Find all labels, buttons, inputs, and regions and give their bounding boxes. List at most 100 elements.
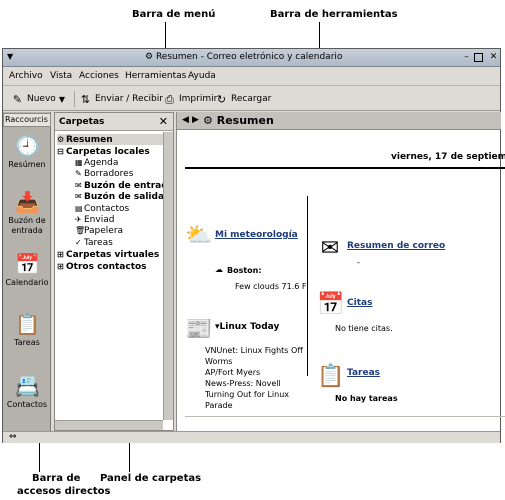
weather-city: Boston: [227, 266, 262, 275]
new-dropdown-icon[interactable]: ▼ [59, 95, 65, 104]
menu-archivo[interactable]: Archivo [9, 71, 43, 81]
tree-item-label: Carpetas locales [66, 147, 150, 157]
news-item-6[interactable]: Parade [205, 401, 233, 410]
tree-item-enviado[interactable]: ✈ Enviad [75, 214, 114, 225]
close-panel-icon[interactable]: ✕ [159, 116, 168, 127]
tree-item-label: Agenda [84, 158, 119, 168]
tasks-folder-icon: ✓ [75, 238, 82, 247]
tree-item-buzon-salida[interactable]: ✉ Buzón de salida ( [75, 191, 171, 202]
menu-acciones[interactable]: Acciones [79, 71, 119, 81]
summary-clock-icon: 🕘 [15, 134, 40, 158]
new-document-icon: ✎ [12, 92, 23, 106]
back-arrow-icon[interactable]: ◀ [182, 115, 189, 125]
appointments-body: No tiene citas. [335, 324, 393, 333]
summary-bottom-rule [185, 416, 505, 417]
tasks-icon: 📋 [15, 312, 40, 336]
new-button[interactable]: ✎ Nuevo ▼ [11, 91, 65, 107]
shortcut-calendar-label: Calendario [5, 278, 49, 287]
shortcut-calendar[interactable]: 📅 Calendario [3, 252, 51, 288]
new-button-label: Nuevo [27, 94, 56, 104]
tree-item-borradores[interactable]: ✎ Borradores [75, 168, 133, 179]
tasks-summary-icon: 📋 [317, 364, 345, 389]
appointments-link[interactable]: Citas [347, 298, 372, 308]
tasks-link[interactable]: Tareas [347, 368, 380, 378]
news-item-5[interactable]: Turning Out for Linux [205, 390, 289, 399]
news-item-3[interactable]: AP/Fort Myers [205, 368, 260, 377]
minimize-icon[interactable]: – [461, 52, 472, 63]
folder-horizontal-scrollbar[interactable] [55, 420, 163, 430]
weather-link[interactable]: Mi meteorología [215, 230, 298, 240]
summary-column-divider [307, 196, 308, 376]
shortcut-inbox[interactable]: 📥 Buzón de entrada [3, 190, 51, 236]
shortcut-bar-header[interactable]: Raccourcis [3, 113, 51, 127]
send-receive-icon: ⇅ [80, 92, 91, 106]
shortcut-summary-label: Resúmen [8, 160, 46, 169]
shortcut-summary[interactable]: 🕘 Resúmen [3, 134, 51, 170]
toolbar: ✎ Nuevo ▼ ⇅ Enviar / Recibir ⎙ Imprimir … [3, 87, 500, 111]
trash-icon: 🗑 [75, 226, 86, 235]
tree-item-contactos[interactable]: ▤Contactos [75, 203, 129, 214]
shortcut-tasks-label: Tareas [14, 338, 40, 347]
collapse-icon[interactable]: ⊟ [57, 146, 66, 157]
summary-title-text: Resumen [216, 114, 274, 127]
drafts-icon: ✎ [75, 169, 82, 178]
news-icon: 📰 [185, 317, 213, 342]
toolbar-separator [74, 91, 75, 107]
tree-item-papelera[interactable]: 🗑Papelera [75, 225, 123, 236]
menu-vista[interactable]: Vista [50, 71, 72, 81]
tree-item-agenda[interactable]: ▦Agenda [75, 157, 118, 168]
sent-folder-icon: ✈ [75, 215, 82, 224]
tree-item-resumen[interactable]: ⚙ Resumen [57, 134, 163, 145]
tree-item-label: Resumen [66, 135, 113, 145]
title-bar[interactable]: ▼ ⚙ Resumen - Correo eletrónico y calend… [3, 49, 500, 67]
app-icon: ⚙ [145, 52, 154, 62]
folder-panel-title: Carpetas [59, 117, 105, 127]
tree-item-otros-contactos[interactable]: ⊞ Otros contactos [57, 261, 147, 272]
mail-summary-icon: ✉ [320, 236, 340, 261]
shortcut-inbox-label-2: entrada [11, 226, 43, 235]
summary-date: viernes, 17 de septiembr [391, 152, 505, 162]
tree-item-label: Otros contactos [66, 262, 147, 272]
expand-icon[interactable]: ⊞ [57, 261, 66, 272]
tree-item-carpetas-virtuales[interactable]: ⊞ Carpetas virtuales [57, 249, 159, 260]
tree-item-label: Buzón de entrada [84, 181, 171, 191]
tree-item-label: Papelera [84, 226, 124, 236]
mail-summary-link[interactable]: Resumen de correo [347, 241, 445, 251]
forward-arrow-icon[interactable]: ▶ [192, 115, 199, 125]
shortcut-tasks[interactable]: 📋 Tareas [3, 312, 51, 348]
close-window-icon[interactable]: ✕ [488, 52, 499, 63]
menu-ayuda[interactable]: Ayuda [188, 71, 216, 81]
window-menu-icon[interactable]: ▼ [7, 52, 13, 61]
tree-item-carpetas-locales[interactable]: ⊟ Carpetas locales [57, 146, 150, 157]
maximize-icon[interactable] [474, 53, 483, 62]
weather-conditions: Few clouds 71.6 F [235, 282, 307, 291]
news-item-4[interactable]: News-Press: Novell [205, 379, 281, 388]
news-title[interactable]: ▾Linux Today [215, 322, 279, 332]
send-receive-button[interactable]: ⇅ Enviar / Recibir [79, 91, 163, 107]
folder-vertical-scrollbar[interactable] [163, 132, 173, 420]
shortcut-contacts[interactable]: 📇 Contactos [3, 374, 51, 410]
summary-header: ◀ ▶ ⚙ Resumen [177, 112, 501, 130]
status-handle-icon[interactable]: ⇔ [9, 432, 17, 442]
tree-item-tareas[interactable]: ✓ Tareas [75, 237, 113, 248]
reload-button[interactable]: ↻ Recargar [215, 91, 271, 107]
news-item-1[interactable]: VNUnet: Linux Fights Off [205, 346, 303, 355]
summary-folder-icon: ⚙ [57, 135, 65, 144]
news-item-2[interactable]: Worms [205, 357, 232, 366]
expand-icon[interactable]: ⊞ [57, 249, 66, 260]
tree-item-label: Buzón de salida ( [84, 192, 171, 202]
window-title-text: Resumen - Correo eletrónico y calendario [155, 52, 343, 62]
tree-item-label: Contactos [84, 204, 130, 214]
mail-summary-body: - [357, 258, 360, 267]
summary-top-rule [185, 167, 505, 169]
menu-herramientas[interactable]: Herramientas [125, 71, 186, 81]
shortcut-contacts-label: Contactos [6, 400, 48, 409]
menu-bar: Archivo Vista Acciones Herramientas Ayud… [3, 68, 500, 86]
calendar-folder-icon: ▦ [75, 158, 83, 167]
tree-item-label: Carpetas virtuales [66, 250, 160, 260]
callout-menubar: Barra de menú [132, 9, 216, 20]
tree-item-buzon-entrada[interactable]: ✉ Buzón de entrada [75, 180, 171, 191]
callout-shortcuts-2: accesos directos [17, 486, 111, 497]
print-button[interactable]: ⎙ Imprimir [163, 91, 217, 107]
summary-pane: ◀ ▶ ⚙ Resumen viernes, 17 de septiembr ⛅… [176, 112, 505, 431]
